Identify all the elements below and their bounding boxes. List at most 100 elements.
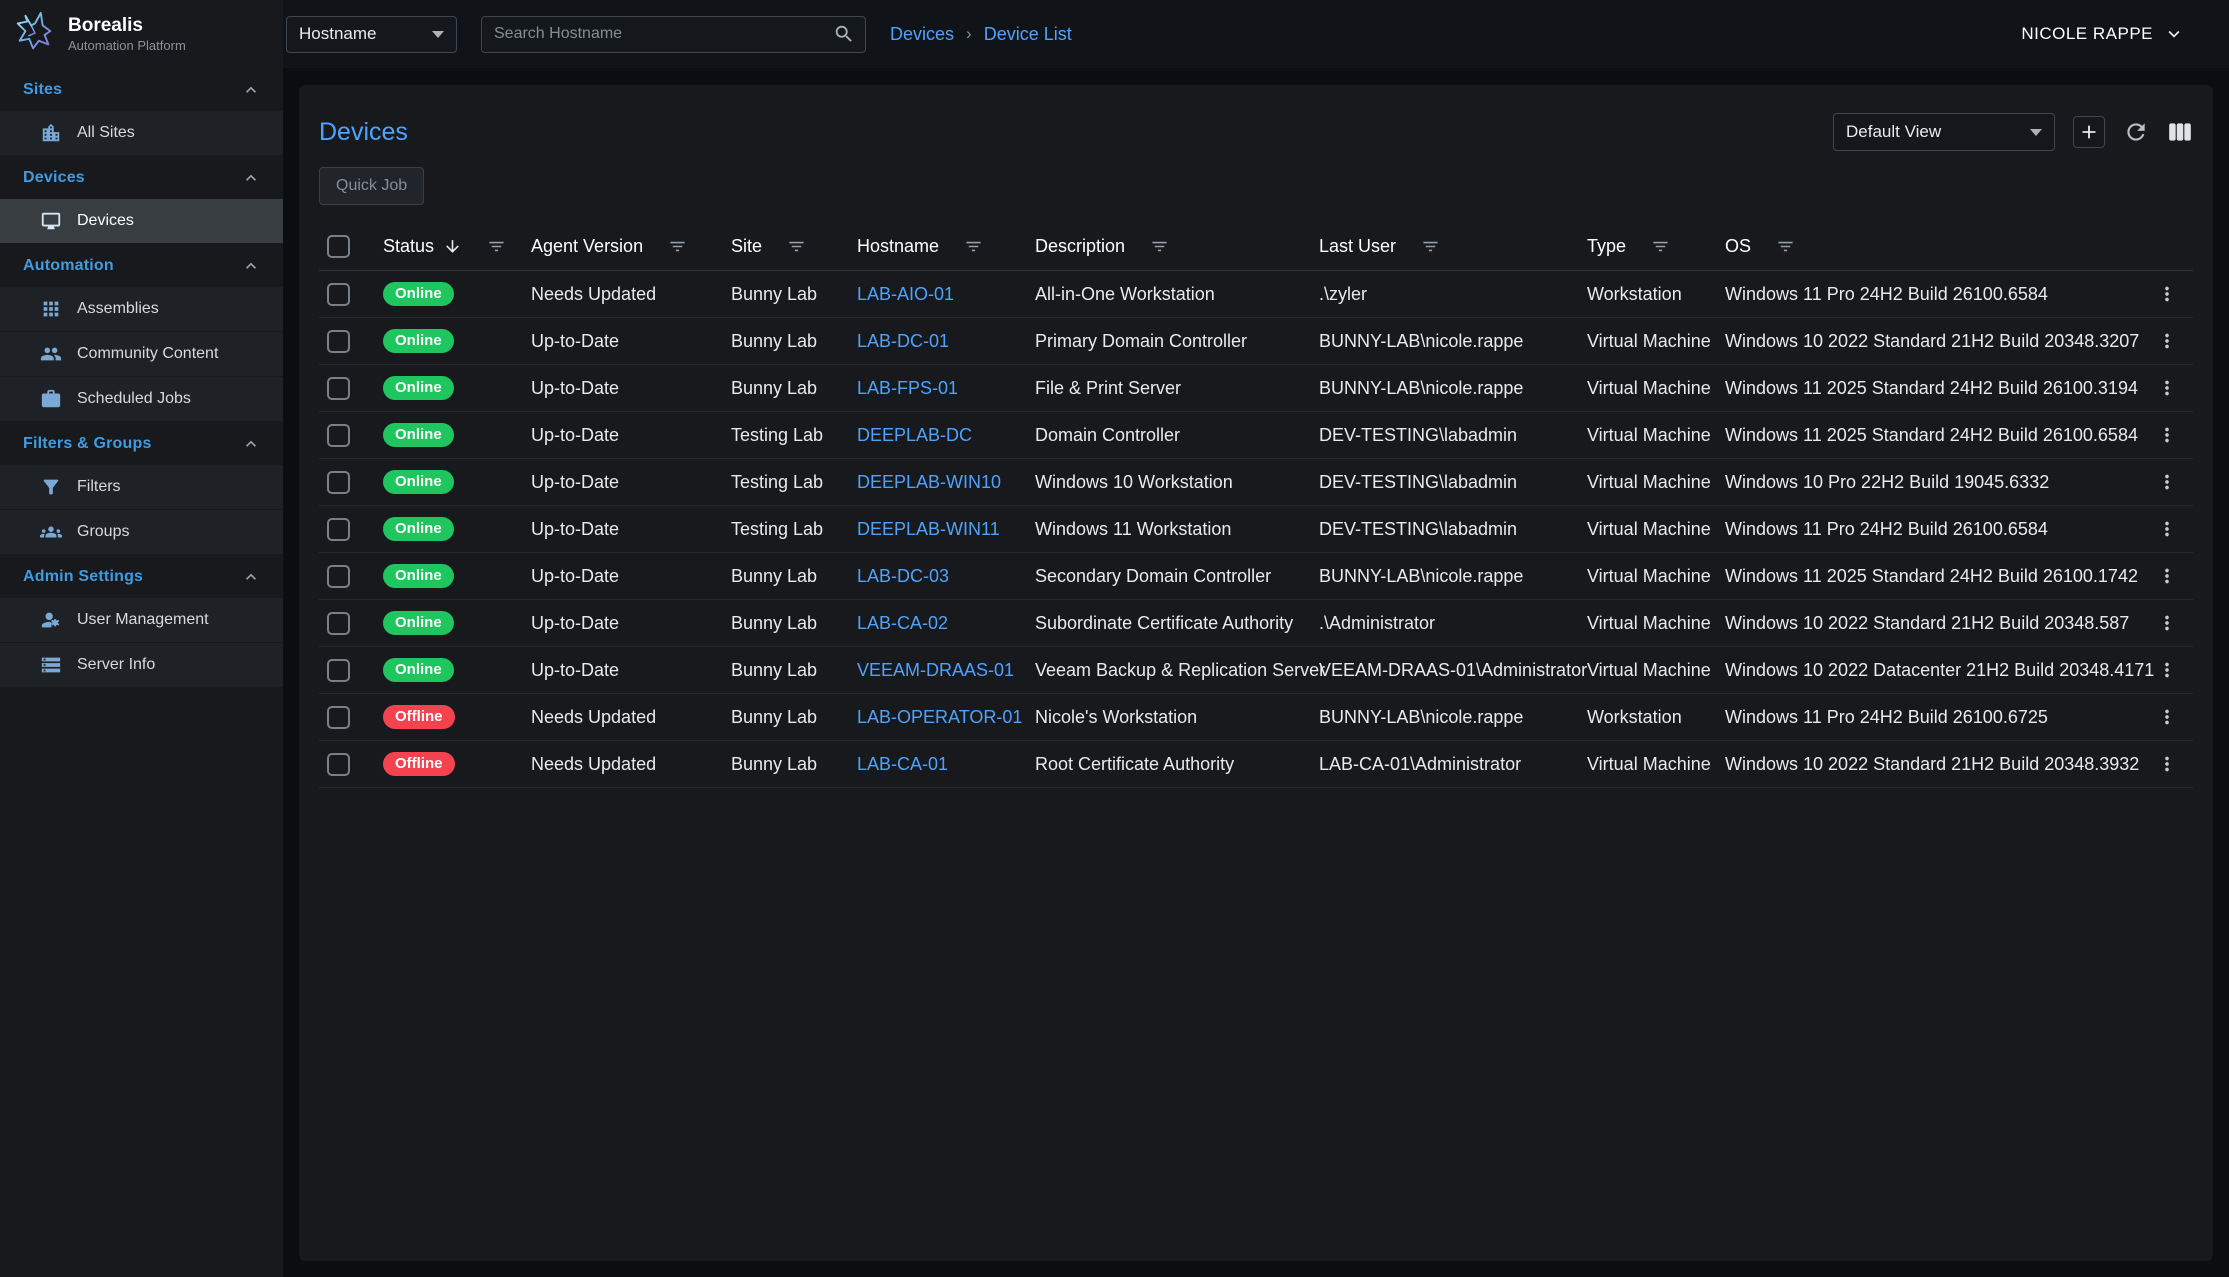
table-row: OnlineUp-to-DateTesting LabDEEPLAB-WIN11… [319, 506, 2193, 553]
row-checkbox[interactable] [327, 283, 350, 306]
panel-header: Devices Default View [319, 85, 2193, 151]
columns-icon[interactable] [2167, 119, 2193, 145]
hostname-link[interactable]: LAB-AIO-01 [857, 284, 954, 304]
column-header-last_user[interactable]: Last User [1311, 223, 1579, 271]
sidebar-item-label: All Sites [77, 124, 135, 142]
row-menu-icon[interactable] [2156, 659, 2178, 679]
last-user-cell: BUNNY-LAB\nicole.rappe [1311, 694, 1579, 741]
column-header-status[interactable]: Status [375, 223, 523, 271]
status-badge: Offline [383, 752, 455, 776]
agent-version-cell: Up-to-Date [523, 318, 723, 365]
row-checkbox[interactable] [327, 330, 350, 353]
sidebar-section-devices[interactable]: Devices [0, 156, 283, 199]
row-menu-icon[interactable] [2156, 706, 2178, 726]
sidebar-section-automation[interactable]: Automation [0, 244, 283, 287]
sidebar-item-community-content[interactable]: Community Content [0, 332, 283, 377]
breadcrumb-device-list[interactable]: Device List [984, 24, 1072, 45]
search-field-dropdown[interactable]: Hostname [286, 16, 457, 53]
column-header-hostname[interactable]: Hostname [849, 223, 1027, 271]
filter-icon[interactable] [1776, 237, 1795, 256]
row-checkbox[interactable] [327, 565, 350, 588]
column-label: Last User [1319, 236, 1396, 257]
brand-subtitle: Automation Platform [68, 38, 186, 53]
row-checkbox[interactable] [327, 424, 350, 447]
sidebar-item-filters[interactable]: Filters [0, 465, 283, 510]
sidebar-item-groups[interactable]: Groups [0, 510, 283, 555]
filter-icon[interactable] [964, 237, 983, 256]
add-view-button[interactable] [2073, 116, 2105, 148]
last-user-cell: .\Administrator [1311, 600, 1579, 647]
hostname-link[interactable]: DEEPLAB-WIN10 [857, 472, 1001, 492]
row-checkbox[interactable] [327, 659, 350, 682]
filter-icon[interactable] [1421, 237, 1440, 256]
column-label: Site [731, 236, 762, 257]
row-checkbox[interactable] [327, 706, 350, 729]
agent-version-cell: Up-to-Date [523, 506, 723, 553]
status-badge: Online [383, 517, 454, 541]
last-user-cell: DEV-TESTING\labadmin [1311, 412, 1579, 459]
hostname-link[interactable]: LAB-CA-01 [857, 754, 948, 774]
user-menu[interactable]: NICOLE RAPPE [2021, 23, 2185, 45]
filter-icon[interactable] [1651, 237, 1670, 256]
row-menu-icon[interactable] [2156, 424, 2178, 444]
column-header-agent[interactable]: Agent Version [523, 223, 723, 271]
filter-icon[interactable] [787, 237, 806, 256]
row-checkbox[interactable] [327, 518, 350, 541]
hostname-link[interactable]: DEEPLAB-DC [857, 425, 972, 445]
sidebar-item-user-management[interactable]: User Management [0, 598, 283, 643]
os-cell: Windows 10 2022 Standard 21H2 Build 2034… [1717, 318, 2141, 365]
row-menu-icon[interactable] [2156, 377, 2178, 397]
row-menu-icon[interactable] [2156, 612, 2178, 632]
hostname-link[interactable]: LAB-OPERATOR-01 [857, 707, 1022, 727]
sidebar-item-devices[interactable]: Devices [0, 199, 283, 244]
breadcrumb-devices[interactable]: Devices [890, 24, 954, 45]
row-checkbox[interactable] [327, 612, 350, 635]
hostname-link[interactable]: LAB-FPS-01 [857, 378, 958, 398]
filter-icon[interactable] [668, 237, 687, 256]
sidebar-item-assemblies[interactable]: Assemblies [0, 287, 283, 332]
row-checkbox[interactable] [327, 377, 350, 400]
os-cell: Windows 10 2022 Standard 21H2 Build 2034… [1717, 600, 2141, 647]
chevron-up-icon [241, 80, 261, 100]
search-input[interactable] [494, 25, 825, 43]
sort-desc-icon[interactable] [443, 237, 462, 256]
hostname-link[interactable]: DEEPLAB-WIN11 [857, 519, 1000, 539]
column-label: Agent Version [531, 236, 643, 257]
hostname-link[interactable]: LAB-DC-01 [857, 331, 949, 351]
column-header-description[interactable]: Description [1027, 223, 1311, 271]
sidebar-section-admin-settings[interactable]: Admin Settings [0, 555, 283, 598]
sidebar-section-filters-groups[interactable]: Filters & Groups [0, 422, 283, 465]
column-header-os[interactable]: OS [1717, 223, 2141, 271]
column-header-site[interactable]: Site [723, 223, 849, 271]
refresh-icon[interactable] [2123, 119, 2149, 145]
row-menu-icon[interactable] [2156, 330, 2178, 350]
select-all-checkbox[interactable] [327, 235, 350, 258]
community-content-icon [40, 343, 62, 365]
row-menu-icon[interactable] [2156, 283, 2178, 303]
sidebar-item-all-sites[interactable]: All Sites [0, 111, 283, 156]
row-menu-icon[interactable] [2156, 471, 2178, 491]
row-menu-icon[interactable] [2156, 518, 2178, 538]
sidebar-item-label: User Management [77, 611, 209, 629]
agent-version-cell: Needs Updated [523, 694, 723, 741]
filter-icon[interactable] [487, 237, 506, 256]
sidebar-section-sites[interactable]: Sites [0, 68, 283, 111]
hostname-link[interactable]: LAB-DC-03 [857, 566, 949, 586]
hostname-link[interactable]: VEEAM-DRAAS-01 [857, 660, 1014, 680]
os-cell: Windows 11 Pro 24H2 Build 26100.6584 [1717, 506, 2141, 553]
sidebar-item-scheduled-jobs[interactable]: Scheduled Jobs [0, 377, 283, 422]
all-sites-icon [40, 122, 62, 144]
column-header-type[interactable]: Type [1579, 223, 1717, 271]
hostname-link[interactable]: LAB-CA-02 [857, 613, 948, 633]
type-cell: Virtual Machine [1579, 506, 1717, 553]
row-menu-icon[interactable] [2156, 565, 2178, 585]
filter-icon[interactable] [1150, 237, 1169, 256]
row-checkbox[interactable] [327, 753, 350, 776]
quick-job-button[interactable]: Quick Job [319, 167, 424, 205]
sidebar-item-server-info[interactable]: Server Info [0, 643, 283, 688]
status-badge: Online [383, 564, 454, 588]
row-checkbox[interactable] [327, 471, 350, 494]
view-select[interactable]: Default View [1833, 113, 2055, 151]
description-cell: File & Print Server [1027, 365, 1311, 412]
row-menu-icon[interactable] [2156, 753, 2178, 773]
